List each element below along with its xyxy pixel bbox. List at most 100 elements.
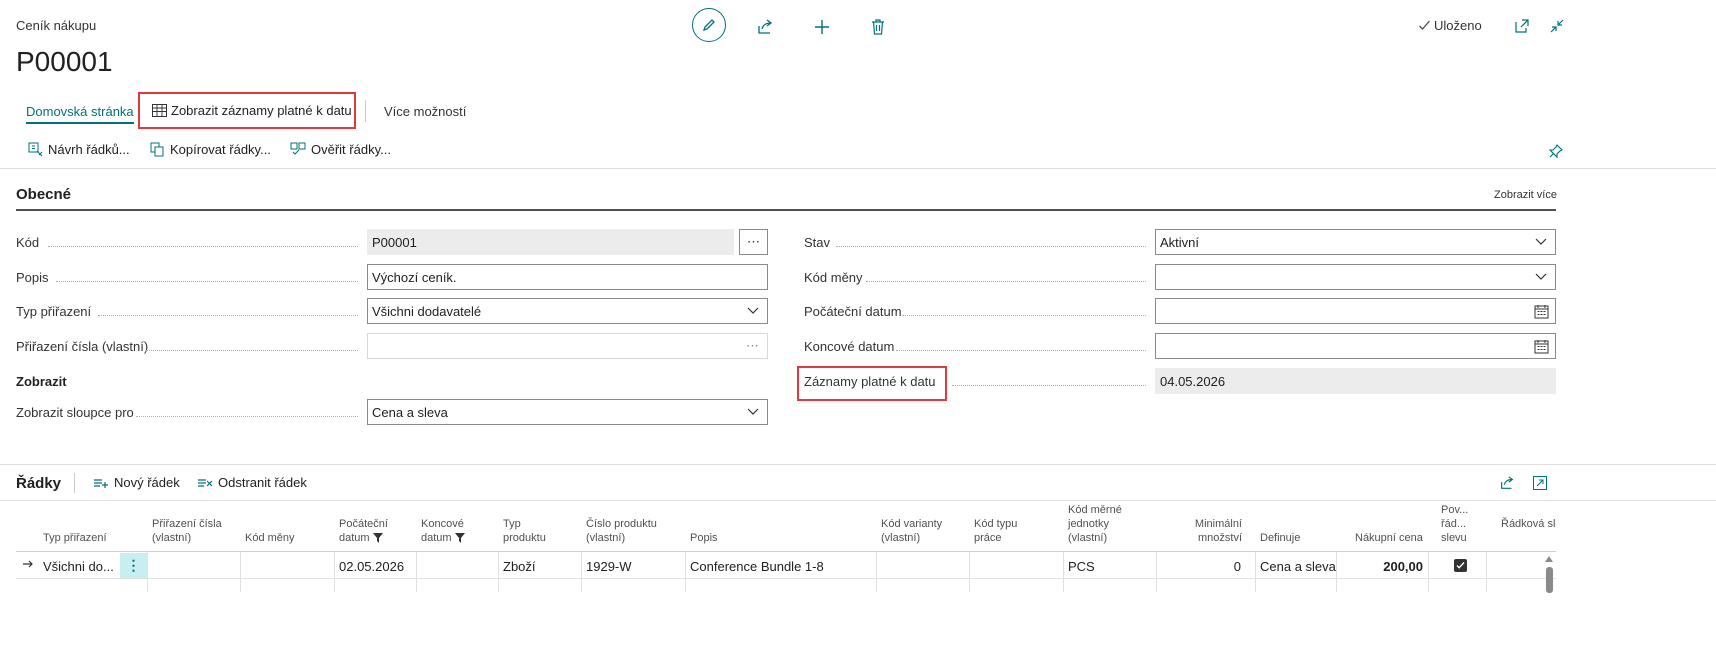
ellipsis-icon: ⋯: [747, 234, 760, 249]
start-date-field[interactable]: [1155, 298, 1556, 324]
col-divider: [1336, 552, 1337, 592]
col-header-min-qty[interactable]: Minimální množství: [1190, 517, 1242, 545]
checkmark-icon: [1456, 562, 1465, 569]
col-divider: [685, 552, 686, 592]
code-assist-button[interactable]: ⋯: [739, 229, 768, 255]
section-underline: [16, 209, 1556, 211]
description-field[interactable]: Výchozí ceník.: [367, 264, 768, 290]
cell-defines[interactable]: Cena a sleva: [1256, 553, 1336, 579]
share-icon: [758, 19, 773, 34]
cell-product-type[interactable]: Zboží: [499, 553, 581, 579]
pencil-icon: [702, 19, 715, 32]
col-divider: [1255, 552, 1256, 592]
field-label-currency: Kód měny: [804, 269, 863, 285]
col-header-defines[interactable]: Definuje: [1260, 531, 1300, 545]
delete-button[interactable]: [867, 16, 889, 38]
calendar-icon: [1534, 340, 1549, 354]
col-divider: [1063, 552, 1064, 592]
col-header-product-no[interactable]: Číslo produktu (vlastní): [586, 517, 666, 545]
cell-description[interactable]: Conference Bundle 1-8: [686, 553, 876, 579]
cell-min-qty[interactable]: 0: [1157, 553, 1245, 579]
dotted-leader: [48, 246, 358, 247]
col-header-allow-discount[interactable]: Pov... řád... slevu: [1441, 503, 1473, 545]
new-line-button[interactable]: Nový řádek: [93, 475, 180, 490]
show-columns-select[interactable]: Cena a sleva: [367, 399, 768, 425]
new-button[interactable]: [811, 16, 833, 38]
lines-share-button[interactable]: [1496, 472, 1518, 494]
col-header-end-date[interactable]: Koncové datum: [421, 517, 465, 545]
col-header-variant[interactable]: Kód varianty (vlastní): [881, 517, 957, 545]
col-header-currency[interactable]: Kód měny: [245, 531, 295, 545]
open-new-window-button[interactable]: [1511, 15, 1533, 37]
col-divider: [969, 552, 970, 592]
collapse-icon: [1550, 19, 1564, 33]
action-label: Návrh řádků...: [48, 142, 130, 157]
col-header-description[interactable]: Popis: [690, 531, 718, 545]
tab-show-records-valid-at-date[interactable]: Zobrazit záznamy platné k datu: [138, 92, 356, 129]
cell-assign-type[interactable]: Všichni do...: [39, 553, 121, 579]
verify-icon: [290, 142, 306, 155]
lines-divider: [74, 473, 75, 493]
check-icon: [1419, 20, 1430, 30]
cell-currency[interactable]: [241, 553, 334, 579]
tab-home[interactable]: Domovská stránka: [26, 104, 134, 124]
cell-uom[interactable]: PCS: [1064, 553, 1156, 579]
col-header-product-type[interactable]: Typ produktu: [503, 517, 553, 545]
assign-type-select[interactable]: Všichni dodavatelé: [367, 298, 768, 324]
cell-product-no[interactable]: 1929-W: [582, 553, 685, 579]
cell-assign-no[interactable]: [148, 553, 240, 579]
col-divider: [416, 552, 417, 592]
section-title-general[interactable]: Obecné: [16, 186, 71, 203]
copy-lines-button[interactable]: Kopírovat řádky...: [150, 142, 271, 157]
cell-start-date[interactable]: 02.05.2026: [335, 553, 416, 579]
end-date-field[interactable]: [1155, 333, 1556, 359]
col-divider: [498, 552, 499, 592]
show-more-link[interactable]: Zobrazit více: [1494, 189, 1557, 201]
col-divider: [1428, 552, 1429, 592]
field-label-status: Stav: [804, 234, 831, 250]
assign-no-field[interactable]: ⋯: [367, 333, 768, 359]
scroll-up-arrow[interactable]: [1545, 556, 1553, 562]
filter-icon: [373, 533, 383, 543]
suggest-lines-button[interactable]: Návrh řádků...: [28, 142, 130, 157]
delete-line-button[interactable]: Odstranit řádek: [197, 475, 307, 490]
tab-more-options[interactable]: Více možností: [384, 104, 466, 119]
cell-work-type[interactable]: [970, 553, 1063, 579]
dotted-leader: [136, 416, 358, 417]
share-button[interactable]: [754, 16, 776, 38]
action-label: Kopírovat řádky...: [170, 142, 271, 157]
col-divider: [1486, 552, 1487, 592]
field-label-end-date: Koncové datum: [804, 338, 895, 354]
row-actions-button[interactable]: ⋮: [120, 553, 147, 578]
section-title-lines[interactable]: Řádky: [16, 475, 61, 492]
code-field[interactable]: P00001: [367, 229, 734, 255]
cell-end-date[interactable]: [417, 553, 498, 579]
lines-expand-button[interactable]: [1529, 472, 1551, 494]
dotted-leader: [146, 350, 358, 351]
action-label: Ověřit řádky...: [311, 142, 391, 157]
col-header-line-discount[interactable]: Řádková sle: [1501, 517, 1556, 531]
action-label: Nový řádek: [114, 475, 180, 490]
currency-select[interactable]: [1155, 264, 1556, 290]
col-header-start-date[interactable]: Počáteční datum: [339, 517, 389, 545]
cell-variant[interactable]: [877, 553, 969, 579]
chevron-down-icon: [1535, 238, 1547, 245]
copy-icon: [150, 142, 164, 157]
status-select[interactable]: Aktivní: [1155, 229, 1556, 255]
col-header-assign-no[interactable]: Přiřazení čísla (vlastní): [152, 517, 227, 545]
field-label-start-date: Počáteční datum: [804, 303, 902, 319]
col-header-work-type[interactable]: Kód typu práce: [974, 517, 1034, 545]
col-header-price[interactable]: Nákupní cena: [1355, 531, 1423, 545]
pin-actions-button[interactable]: [1545, 140, 1567, 162]
edit-button[interactable]: [692, 8, 726, 42]
collapse-button[interactable]: [1546, 15, 1568, 37]
allow-discount-checkbox[interactable]: [1454, 559, 1467, 572]
dotted-leader: [98, 315, 358, 316]
vertical-scrollbar[interactable]: [1546, 567, 1553, 593]
verify-lines-button[interactable]: Ověřit řádky...: [290, 142, 391, 157]
cell-price[interactable]: 200,00: [1337, 553, 1427, 579]
col-header-uom[interactable]: Kód měrné jednotky (vlastní): [1068, 503, 1132, 545]
page-title: P00001: [16, 46, 113, 77]
select-value: Aktivní: [1160, 234, 1200, 250]
col-header-assign-type[interactable]: Typ přiřazení: [43, 531, 107, 545]
